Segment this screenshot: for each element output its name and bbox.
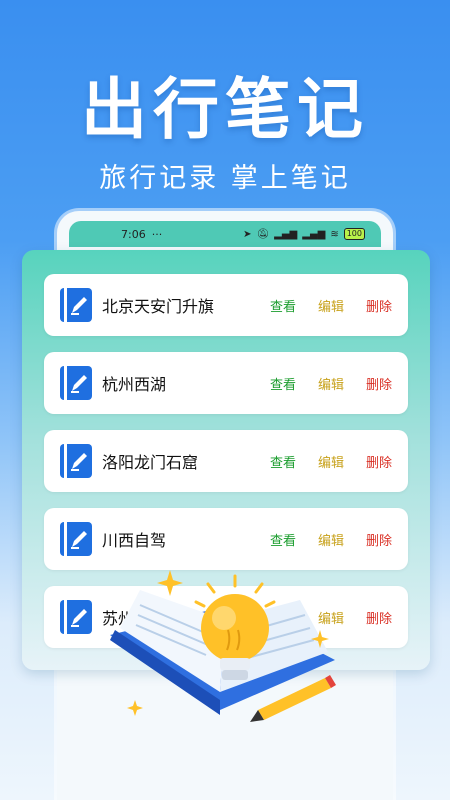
note-title: 北京天安门升旗 <box>102 297 215 316</box>
page-title: 出行笔记 <box>81 71 369 148</box>
status-time: 7:06 <box>121 227 146 241</box>
edit-button[interactable]: 编辑 <box>318 530 344 549</box>
edit-button[interactable]: 编辑 <box>318 452 344 471</box>
note-pencil-icon <box>60 444 92 478</box>
list-item[interactable]: 洛阳龙门石窟 查看 编辑 删除 <box>44 430 408 492</box>
note-title: 川西自驾 <box>102 531 167 550</box>
location-icon: ➤ <box>243 228 252 240</box>
edit-button[interactable]: 编辑 <box>318 296 344 315</box>
view-button[interactable]: 查看 <box>270 452 296 471</box>
delete-button[interactable]: 删除 <box>366 452 392 471</box>
wifi-icon: ≋ <box>330 228 339 240</box>
delete-button[interactable]: 删除 <box>366 608 392 627</box>
delete-button[interactable]: 删除 <box>366 374 392 393</box>
list-item[interactable]: 北京天安门升旗 查看 编辑 删除 <box>44 274 408 336</box>
signal-icon: ▂▄▆ <box>302 228 326 240</box>
status-dots: ··· <box>151 227 163 241</box>
edit-button[interactable]: 编辑 <box>318 374 344 393</box>
view-button[interactable]: 查看 <box>270 296 296 315</box>
battery-icon: 100 <box>343 228 365 240</box>
delete-button[interactable]: 删除 <box>366 530 392 549</box>
status-bar: 7:06 ··· ➤ 🔕︎ ▂▄▆ ▂▄▆ ≋ 100 <box>69 221 381 247</box>
list-item[interactable]: 杭州西湖 查看 编辑 删除 <box>44 352 408 414</box>
view-button[interactable]: 查看 <box>270 530 296 549</box>
delete-button[interactable]: 删除 <box>366 296 392 315</box>
signal-icon: ▂▄▆ <box>274 228 298 240</box>
book-lightbulb-illustration <box>110 570 336 722</box>
note-title: 杭州西湖 <box>102 375 167 394</box>
note-pencil-icon <box>60 288 92 322</box>
note-pencil-icon <box>60 522 92 556</box>
note-pencil-icon <box>60 366 92 400</box>
note-title: 洛阳龙门石窟 <box>102 453 199 472</box>
view-button[interactable]: 查看 <box>270 374 296 393</box>
mute-icon: 🔕︎ <box>256 228 270 240</box>
page-subtitle: 旅行记录 掌上笔记 <box>99 163 351 194</box>
note-pencil-icon <box>60 600 92 634</box>
